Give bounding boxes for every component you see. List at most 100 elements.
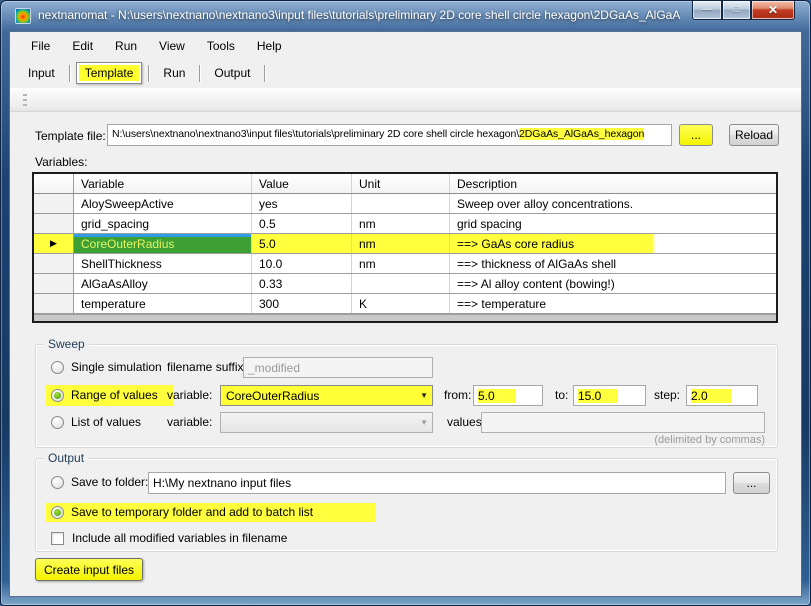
cell-description[interactable]: ==> thickness of AlGaAs shell	[450, 254, 776, 273]
list-variable-label: variable:	[167, 415, 212, 429]
values-input[interactable]	[481, 412, 765, 433]
table-row-selected[interactable]: ▶ CoreOuterRadius 5.0 nm ==> GaAs core r…	[34, 234, 776, 254]
values-hint: (delimited by commas)	[654, 434, 765, 446]
cell-value[interactable]: 10.0	[252, 254, 352, 273]
titlebar[interactable]: nextnanomat - N:\users\nextnano\nextnano…	[1, 1, 810, 31]
step-input[interactable]: 2.0	[686, 385, 758, 406]
cell-unit[interactable]: nm	[352, 214, 450, 233]
menu-bar: File Edit Run View Tools Help	[10, 34, 801, 58]
menu-file[interactable]: File	[20, 34, 61, 58]
filename-suffix-label: filename suffix:	[167, 360, 247, 374]
close-button[interactable]: ✕	[751, 1, 795, 20]
menu-tools[interactable]: Tools	[196, 34, 246, 58]
cell-value[interactable]: yes	[252, 194, 352, 213]
table-row[interactable]: AloySweepActive yes Sweep over alloy con…	[34, 194, 776, 214]
cell-unit[interactable]: K	[352, 294, 450, 313]
cell-variable[interactable]: AloySweepActive	[74, 194, 252, 213]
table-horizontal-scrollbar[interactable]	[34, 314, 776, 321]
cell-description[interactable]: ==> Al alloy content (bowing!)	[450, 274, 776, 293]
create-input-files-button[interactable]: Create input files	[35, 558, 143, 581]
range-of-values-radio[interactable]	[51, 389, 64, 402]
cell-description[interactable]: ==> GaAs core radius	[450, 234, 776, 253]
maximize-button[interactable]: □	[722, 1, 751, 20]
step-value: 2.0	[691, 389, 731, 403]
range-variable-combo[interactable]: CoreOuterRadius ▼	[220, 385, 433, 406]
template-file-input[interactable]: N:\users\nextnano\nextnano3\input files\…	[107, 124, 672, 146]
cell-description[interactable]: ==> temperature	[450, 294, 776, 313]
column-header-description[interactable]: Description	[450, 174, 776, 193]
template-reload-button[interactable]: Reload	[729, 124, 779, 146]
list-of-values-radio[interactable]	[51, 416, 64, 429]
column-header-value[interactable]: Value	[252, 174, 352, 193]
cell-variable[interactable]: temperature	[74, 294, 252, 313]
cell-unit[interactable]	[352, 274, 450, 293]
single-simulation-radio[interactable]	[51, 361, 64, 374]
cell-description[interactable]: Sweep over alloy concentrations.	[450, 194, 776, 213]
selected-row-arrow-icon[interactable]: ▶	[34, 234, 74, 253]
tab-input[interactable]: Input	[20, 62, 63, 84]
cell-description[interactable]: grid spacing	[450, 214, 776, 233]
menu-run[interactable]: Run	[104, 34, 148, 58]
tab-output[interactable]: Output	[206, 62, 258, 84]
include-modified-label: Include all modified variables in filena…	[72, 531, 287, 545]
cell-value[interactable]: 0.33	[252, 274, 352, 293]
save-folder-input[interactable]: H:\My nextnano input files	[148, 472, 726, 494]
table-row[interactable]: AlGaAsAlloy 0.33 ==> Al alloy content (b…	[34, 274, 776, 294]
to-label: to:	[555, 388, 568, 402]
table-header-row: Variable Value Unit Description	[34, 174, 776, 194]
include-modified-checkbox[interactable]	[51, 532, 64, 545]
cell-unit[interactable]: nm	[352, 234, 450, 253]
cell-unit[interactable]	[352, 194, 450, 213]
row-selector[interactable]	[34, 294, 74, 313]
save-to-folder-radio[interactable]	[51, 476, 64, 489]
from-input[interactable]: 5.0	[473, 385, 543, 406]
row-selector[interactable]	[34, 214, 74, 233]
cell-variable[interactable]: CoreOuterRadius	[74, 234, 252, 253]
menu-view[interactable]: View	[148, 34, 196, 58]
template-browse-button[interactable]: ...	[679, 124, 713, 146]
variables-table: Variable Value Unit Description AloySwee…	[32, 172, 778, 323]
row-selector[interactable]	[34, 274, 74, 293]
from-label: from:	[444, 388, 471, 402]
cell-value[interactable]: 0.5	[252, 214, 352, 233]
window-title: nextnanomat - N:\users\nextnano\nextnano…	[38, 8, 680, 26]
table-row[interactable]: grid_spacing 0.5 nm grid spacing	[34, 214, 776, 234]
tab-run[interactable]: Run	[155, 62, 193, 84]
tab-template[interactable]: Template	[76, 62, 143, 84]
table-row[interactable]: ShellThickness 10.0 nm ==> thickness of …	[34, 254, 776, 274]
table-row[interactable]: temperature 300 K ==> temperature	[34, 294, 776, 314]
app-window: nextnanomat - N:\users\nextnano\nextnano…	[0, 0, 811, 606]
values-label: values:	[447, 415, 485, 429]
to-input[interactable]: 15.0	[573, 385, 646, 406]
save-temp-radio[interactable]	[51, 506, 64, 519]
cell-variable[interactable]: ShellThickness	[74, 254, 252, 273]
cell-value[interactable]: 300	[252, 294, 352, 313]
row-selector-header[interactable]	[34, 174, 74, 193]
save-folder-browse-button[interactable]: ...	[733, 472, 770, 494]
cell-variable[interactable]: AlGaAsAlloy	[74, 274, 252, 293]
menu-edit[interactable]: Edit	[61, 34, 104, 58]
cell-unit[interactable]: nm	[352, 254, 450, 273]
list-variable-combo[interactable]: ▼	[220, 412, 433, 433]
filename-suffix-input[interactable]: _modified	[243, 357, 433, 378]
cell-value[interactable]: 5.0	[252, 234, 352, 253]
tab-separator	[264, 65, 265, 82]
toolbar-grip-icon[interactable]	[23, 94, 27, 108]
cell-variable[interactable]: grid_spacing	[74, 214, 252, 233]
chevron-down-icon: ▼	[420, 391, 428, 400]
tab-separator	[148, 65, 149, 82]
range-variable-label: variable:	[167, 388, 212, 402]
single-simulation-label: Single simulation	[71, 360, 162, 374]
save-to-folder-label: Save to folder:	[71, 475, 148, 489]
minimize-button[interactable]: —	[692, 1, 722, 20]
column-header-variable[interactable]: Variable	[74, 174, 252, 193]
menu-help[interactable]: Help	[246, 34, 293, 58]
row-selector[interactable]	[34, 254, 74, 273]
step-label: step:	[654, 388, 680, 402]
column-header-unit[interactable]: Unit	[352, 174, 450, 193]
range-variable-value: CoreOuterRadius	[226, 389, 319, 403]
row-selector[interactable]	[34, 194, 74, 213]
tab-separator	[199, 65, 200, 82]
tab-separator	[69, 65, 70, 82]
output-group: Output Save to folder: H:\My nextnano in…	[35, 458, 778, 552]
